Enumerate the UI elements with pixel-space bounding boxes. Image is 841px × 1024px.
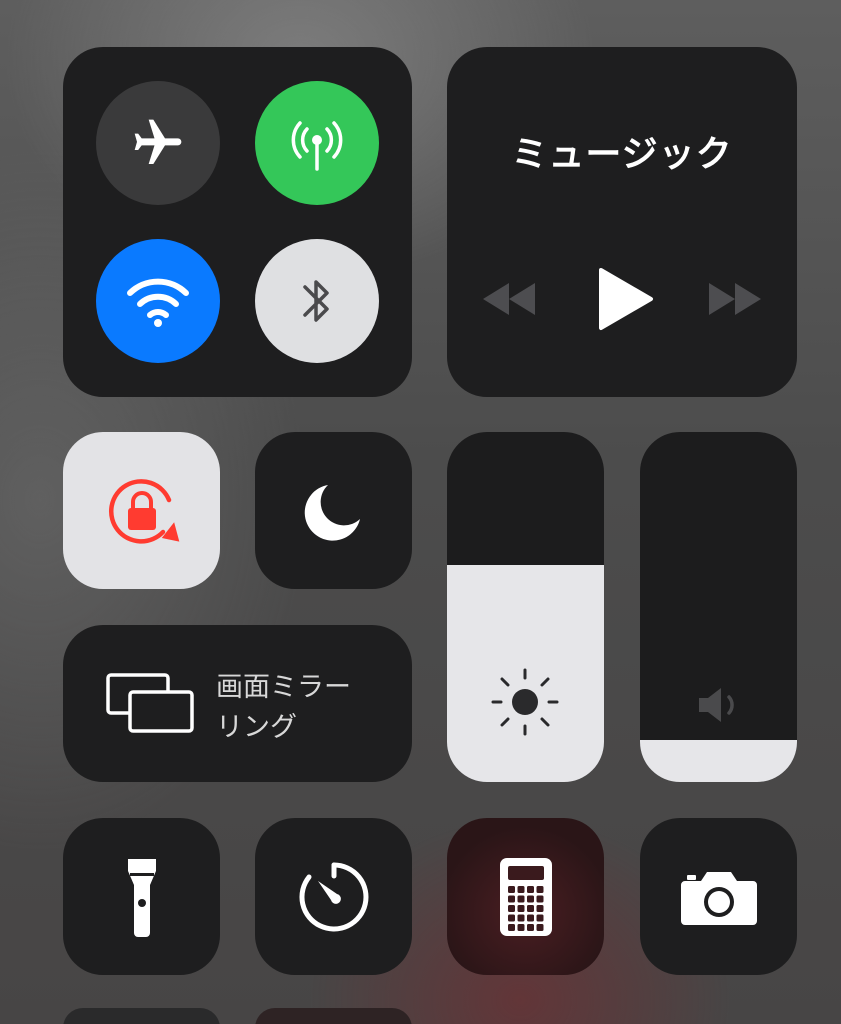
cellular-antenna-icon: [291, 121, 343, 171]
calculator-key: [536, 923, 543, 931]
volume-slider[interactable]: [640, 432, 797, 782]
rewind-icon[interactable]: [479, 279, 539, 319]
bluetooth-toggle[interactable]: [255, 239, 379, 363]
do-not-disturb-toggle[interactable]: [255, 432, 412, 589]
calculator-key: [517, 923, 524, 931]
airplane-icon: [134, 119, 182, 164]
screen-mirroring-label-line2: リング: [216, 712, 297, 743]
calculator-button[interactable]: [447, 818, 604, 975]
calculator-key: [536, 904, 543, 912]
flashlight-button[interactable]: [63, 818, 220, 975]
calculator-key: [507, 923, 515, 931]
bluetooth-icon: [303, 280, 329, 322]
calculator-key: [536, 885, 543, 893]
calculator-key: [507, 904, 515, 912]
orientation-lock-toggle[interactable]: [63, 432, 220, 589]
screen-mirroring-label-line1: 画面ミラー: [216, 672, 351, 703]
calculator-key: [526, 885, 534, 893]
wifi-toggle[interactable]: [96, 239, 220, 363]
orientation-lock-icon: [108, 478, 179, 544]
calculator-key: [526, 914, 534, 921]
calculator-key: [507, 914, 515, 921]
volume-level-fill: [640, 740, 797, 782]
airplane-mode-toggle[interactable]: [96, 81, 220, 205]
cellular-data-toggle[interactable]: [255, 81, 379, 205]
calculator-key: [536, 895, 543, 902]
calculator-key: [517, 895, 524, 902]
sun-icon: [491, 668, 559, 736]
calculator-key: [526, 923, 534, 931]
calculator-key: [517, 914, 524, 921]
next-row-tile-1[interactable]: [63, 1008, 220, 1024]
calculator-key: [517, 904, 524, 912]
music-panel[interactable]: ミュージック: [447, 47, 797, 397]
calculator-icon: [499, 857, 552, 936]
brightness-slider[interactable]: [447, 432, 604, 782]
next-row-tile-2[interactable]: [255, 1008, 412, 1024]
camera-icon: [680, 871, 757, 925]
moon-icon: [304, 484, 360, 541]
music-title: ミュージック: [511, 134, 733, 175]
calculator-key: [507, 895, 515, 902]
calculator-key: [507, 885, 515, 893]
connectivity-panel: [63, 47, 412, 397]
wifi-icon: [127, 278, 189, 327]
calculator-key: [517, 885, 524, 893]
screen-mirroring-icon: [106, 673, 194, 733]
timer-button[interactable]: [255, 818, 412, 975]
play-icon[interactable]: [595, 266, 655, 332]
speaker-icon: [699, 688, 734, 722]
flashlight-icon: [127, 858, 156, 937]
calculator-key: [526, 904, 534, 912]
calculator-key: [526, 895, 534, 902]
timer-icon: [299, 862, 368, 931]
camera-button[interactable]: [640, 818, 797, 975]
calculator-key: [536, 914, 543, 921]
screen-mirroring-button[interactable]: 画面ミラー リング: [63, 625, 412, 782]
fast-forward-icon[interactable]: [705, 279, 765, 319]
